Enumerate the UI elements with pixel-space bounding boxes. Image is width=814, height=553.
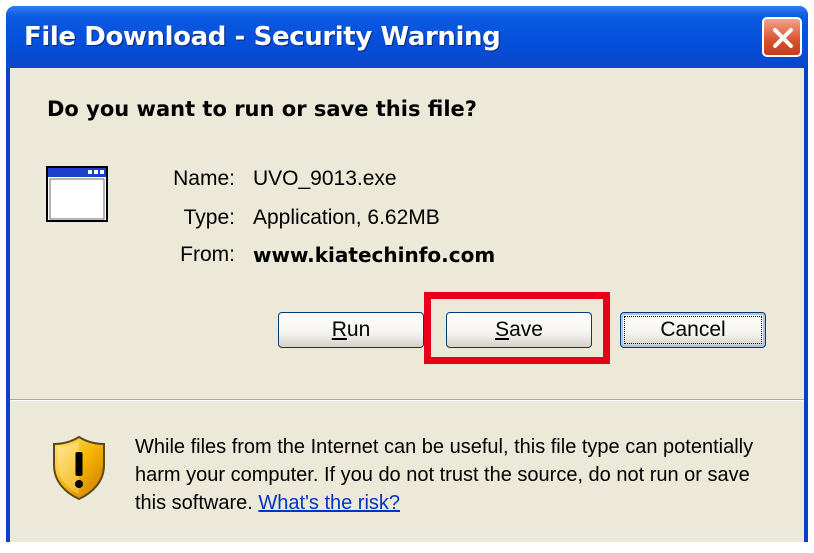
from-label: From: <box>180 243 235 266</box>
close-icon <box>773 28 793 48</box>
warning-text: While files from the Internet can be use… <box>135 436 754 514</box>
file-source-value: www.kiatechinfo.com <box>253 243 496 267</box>
close-button[interactable] <box>762 17 802 57</box>
run-button[interactable]: Run <box>278 312 424 348</box>
run-label-rest: un <box>346 318 371 341</box>
shield-warning-icon <box>53 435 105 501</box>
file-name-row: Name: UVO_9013.exe <box>10 167 804 195</box>
security-warning-message: While files from the Internet can be use… <box>135 433 785 517</box>
title-bar[interactable]: File Download - Security Warning <box>6 6 808 68</box>
dialog-title: File Download - Security Warning <box>24 22 501 52</box>
dialog-question: Do you want to run or save this file? <box>47 97 477 121</box>
divider-highlight <box>10 400 804 401</box>
background-strip <box>0 542 814 553</box>
save-highlight-box <box>424 292 610 364</box>
file-source-row: From: www.kiatechinfo.com <box>10 243 804 271</box>
type-label: Type: <box>183 206 235 229</box>
run-mnemonic: R <box>331 318 347 341</box>
file-type-value: Application, 6.62MB <box>253 206 440 229</box>
name-label: Name: <box>173 167 235 190</box>
whats-the-risk-link[interactable]: What's the risk? <box>258 492 400 514</box>
file-name-value: UVO_9013.exe <box>253 167 397 190</box>
dialog-body: Do you want to run or save this file? Na… <box>10 68 804 542</box>
file-type-row: Type: Application, 6.62MB <box>10 206 804 234</box>
file-download-dialog: File Download - Security Warning Do you … <box>6 6 808 542</box>
cancel-button[interactable]: Cancel <box>620 312 766 348</box>
